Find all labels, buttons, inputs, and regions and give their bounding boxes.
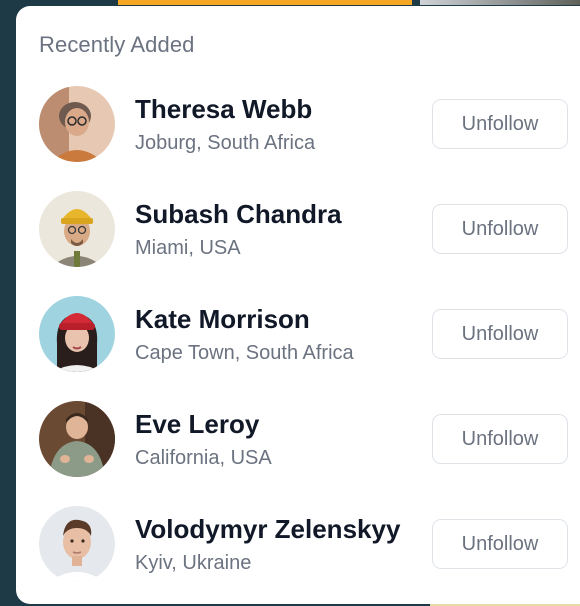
avatar[interactable] (39, 506, 115, 582)
recently-added-card: Recently Added Theresa Webb Joburg, Sout… (16, 6, 580, 604)
unfollow-button[interactable]: Unfollow (432, 414, 568, 464)
user-location: Cape Town, South Africa (135, 342, 354, 364)
user-name: Subash Chandra (135, 199, 342, 229)
user-list: Theresa Webb Joburg, South Africa Unfoll… (16, 84, 580, 606)
user-name: Theresa Webb (135, 94, 313, 124)
avatar-image (39, 296, 115, 372)
unfollow-button[interactable]: Unfollow (432, 519, 568, 569)
user-name: Kate Morrison (135, 304, 310, 334)
avatar-image (39, 191, 115, 267)
avatar-image (39, 401, 115, 477)
accent-bar (118, 0, 412, 5)
unfollow-button[interactable]: Unfollow (432, 309, 568, 359)
avatar-image (39, 86, 115, 162)
user-name: Volodymyr Zelenskyy (135, 514, 401, 544)
avatar[interactable] (39, 86, 115, 162)
user-location: California, USA (135, 447, 272, 469)
background-photo-edge (420, 0, 580, 5)
user-row: Kate Morrison Cape Town, South Africa Un… (16, 294, 580, 399)
user-name: Eve Leroy (135, 409, 260, 439)
avatar[interactable] (39, 401, 115, 477)
user-location: Kyiv, Ukraine (135, 552, 252, 574)
user-row: Volodymyr Zelenskyy Kyiv, Ukraine Unfoll… (16, 504, 580, 606)
avatar[interactable] (39, 296, 115, 372)
unfollow-button[interactable]: Unfollow (432, 204, 568, 254)
user-location: Joburg, South Africa (135, 132, 316, 154)
avatar-image (39, 506, 115, 582)
user-location: Miami, USA (135, 237, 241, 259)
avatar[interactable] (39, 191, 115, 267)
user-row: Subash Chandra Miami, USA Unfollow (16, 189, 580, 294)
user-row: Eve Leroy California, USA Unfollow (16, 399, 580, 504)
unfollow-button[interactable]: Unfollow (432, 99, 568, 149)
card-title: Recently Added (39, 32, 195, 57)
user-row: Theresa Webb Joburg, South Africa Unfoll… (16, 84, 580, 189)
